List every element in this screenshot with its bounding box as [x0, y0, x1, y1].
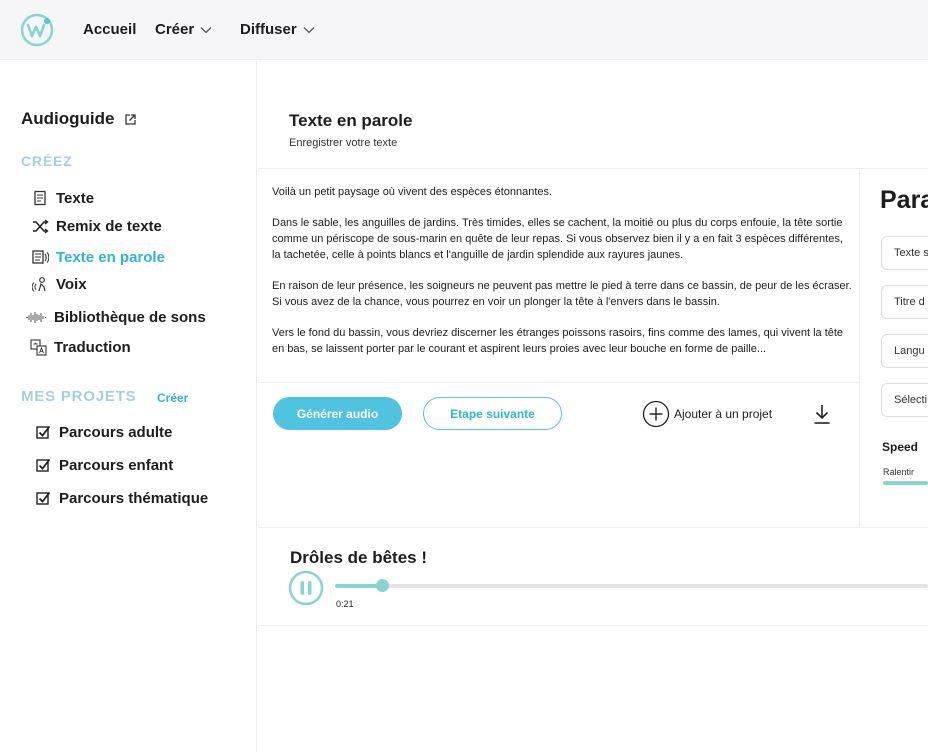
- sidebar-item-voix[interactable]: Voix: [32, 276, 87, 293]
- sidebar-item-texte[interactable]: Texte: [32, 190, 94, 207]
- next-step-button[interactable]: Etape suivante: [423, 397, 562, 430]
- create-project-link[interactable]: Créer: [157, 391, 188, 405]
- params-field-text[interactable]: Texte s: [881, 236, 928, 270]
- project-item-label: Parcours adulte: [59, 424, 173, 441]
- text-paragraph: Voilà un petit paysage où vivent des esp…: [272, 186, 553, 198]
- sidebar: Audioguide CRÉEZ Texte Remix de texte Te…: [0, 61, 257, 752]
- project-item-label: Parcours thématique: [59, 490, 209, 507]
- params-field-language[interactable]: Langu: [881, 334, 928, 368]
- main-header: Texte en parole Enregistrer votre texte: [258, 61, 928, 169]
- download-icon[interactable]: [812, 403, 832, 425]
- checkbox-checked-icon[interactable]: [35, 490, 52, 507]
- nav-accueil[interactable]: Accueil: [83, 21, 136, 38]
- nav-diffuser[interactable]: Diffuser: [240, 21, 315, 38]
- generate-audio-button[interactable]: Générer audio: [273, 397, 402, 430]
- checkbox-checked-icon[interactable]: [35, 457, 52, 474]
- params-field-title[interactable]: Titre d: [881, 285, 928, 319]
- sidebar-item-label: Remix de texte: [56, 218, 162, 235]
- external-link-icon[interactable]: [124, 113, 137, 126]
- plus-circle-icon: [642, 400, 670, 428]
- progress-thumb[interactable]: [376, 579, 389, 592]
- params-title: Para: [880, 186, 928, 214]
- add-to-project-button[interactable]: Ajouter à un projet: [642, 400, 772, 428]
- sidebar-item-bibliotheque[interactable]: Bibliothèque de sons: [25, 309, 206, 326]
- params-field-select[interactable]: Sélecti: [881, 383, 928, 417]
- project-item[interactable]: Parcours enfant: [35, 457, 173, 474]
- action-bar: Générer audio Etape suivante Ajouter à u…: [258, 384, 859, 527]
- sidebar-item-label: Bibliothèque de sons: [54, 309, 206, 326]
- progress-track[interactable]: [335, 584, 928, 588]
- progress-fill: [335, 584, 382, 588]
- sidebar-item-traduction[interactable]: Traduction: [30, 339, 131, 356]
- player-title: Drôles de bêtes !: [290, 548, 427, 567]
- sidebar-item-label: Traduction: [54, 339, 131, 356]
- pause-icon[interactable]: [288, 570, 324, 606]
- speed-label: Speed: [882, 440, 919, 454]
- project-item-label: Parcours enfant: [59, 457, 174, 474]
- sidebar-item-label: Voix: [56, 276, 87, 293]
- add-to-project-label: Ajouter à un projet: [674, 407, 773, 421]
- page-title: Texte en parole: [289, 111, 413, 130]
- sidebar-item-label: Texte: [56, 190, 95, 207]
- nav-creer-label: Créer: [155, 21, 195, 38]
- sidebar-item-label: Texte en parole: [56, 249, 165, 266]
- project-item[interactable]: Parcours adulte: [35, 424, 172, 441]
- sidebar-title-label: Audioguide: [21, 109, 115, 128]
- text-to-speech-icon: [32, 249, 49, 266]
- elapsed-time: 0:21: [336, 599, 354, 609]
- text-paragraph: Vers le fond du bassin, vous devriez dis…: [272, 327, 844, 355]
- logo-icon[interactable]: [19, 12, 55, 48]
- section-create-heading: CRÉEZ: [21, 153, 73, 169]
- speed-min-label: Ralentir: [883, 467, 915, 477]
- translate-icon: [30, 339, 47, 356]
- nav-accueil-label: Accueil: [83, 21, 137, 38]
- panel-divider: [859, 170, 860, 527]
- nav-diffuser-label: Diffuser: [240, 21, 297, 38]
- checkbox-checked-icon[interactable]: [35, 424, 52, 441]
- audio-player: Drôles de bêtes ! 0:21: [258, 528, 928, 626]
- sidebar-item-texte-en-parole[interactable]: Texte en parole: [32, 249, 165, 266]
- section-projects-heading: MES PROJETS: [21, 388, 137, 405]
- shuffle-icon: [32, 218, 49, 235]
- text-paragraph: En raison de leur présence, les soigneur…: [272, 280, 852, 308]
- chevron-down-icon: [303, 26, 315, 33]
- speed-slider[interactable]: [883, 481, 928, 485]
- project-item[interactable]: Parcours thématique: [35, 490, 208, 507]
- text-paragraph: Dans le sable, les anguilles de jardins.…: [272, 217, 843, 261]
- top-navigation: Accueil Créer Diffuser: [0, 0, 928, 60]
- waveform-icon: [25, 309, 47, 326]
- voice-icon: [32, 276, 49, 293]
- sidebar-title[interactable]: Audioguide: [21, 109, 137, 129]
- document-icon: [32, 190, 49, 207]
- sidebar-item-remix[interactable]: Remix de texte: [32, 218, 162, 235]
- nav-creer[interactable]: Créer: [155, 21, 212, 38]
- chevron-down-icon: [200, 26, 212, 33]
- text-editor[interactable]: Voilà un petit paysage où vivent des esp…: [258, 170, 859, 383]
- page-subtitle: Enregistrer votre texte: [289, 137, 398, 149]
